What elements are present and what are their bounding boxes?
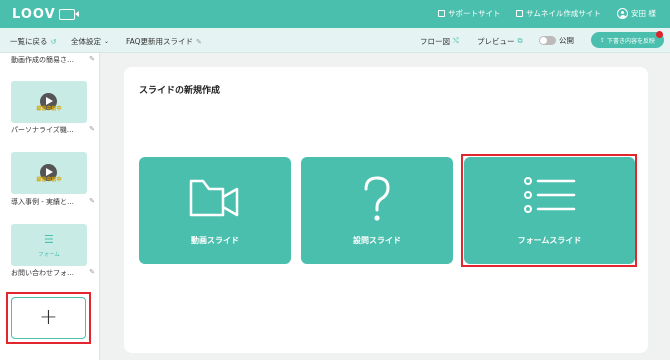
preview-button[interactable]: プレビュー ⧉ [477, 36, 523, 47]
form-slide-highlight [461, 154, 637, 267]
shuffle-icon: ⤭ [453, 37, 459, 45]
user-name: 安田 様 [631, 9, 656, 18]
thumb-label: フォーム [38, 252, 60, 258]
slide-thumbnail-4[interactable]: ☰ フォーム [11, 224, 87, 266]
thumbnail-site-label: サムネイル作成サイト [526, 9, 601, 18]
app-logo[interactable]: LOOV [12, 6, 79, 22]
user-icon [617, 8, 628, 19]
pencil-icon[interactable]: ✎ [89, 55, 95, 65]
slide-title-label: FAQ更新用スライド [126, 37, 194, 46]
slide-item-1[interactable]: 動画作成の簡易さ… ✎ [11, 55, 95, 65]
editor-toolbar: 一覧に戻る ↺ 全体設定 ⌄ FAQ更新用スライド ✎ フロー図 ⤭ プレビュー… [0, 28, 670, 53]
publish-label: 公開 [559, 36, 574, 45]
thumbnail-site-link[interactable]: サムネイル作成サイト [516, 8, 601, 19]
slide-thumbnail-2[interactable]: 録音中前中 [11, 81, 87, 123]
video-camera-icon [139, 175, 291, 225]
pencil-icon[interactable]: ✎ [89, 268, 95, 278]
add-slide-highlight: + [6, 292, 91, 344]
thumb-label: 録音中前中 [36, 106, 62, 112]
question-mark-icon [301, 175, 453, 225]
notification-dot [656, 31, 663, 38]
panel-title: スライドの新規作成 [139, 86, 221, 96]
slide-item-2[interactable]: パーソナライズ機… ✎ [11, 125, 95, 135]
pencil-icon: ✎ [196, 37, 202, 46]
slide-caption: お問い合わせフォ… [11, 269, 74, 277]
slide-item-4[interactable]: お問い合わせフォ… ✎ [11, 268, 95, 278]
flow-chart-button[interactable]: フロー図 ⤭ [420, 36, 459, 47]
preview-label: プレビュー [477, 37, 515, 46]
pencil-icon[interactable]: ✎ [89, 125, 95, 135]
add-slide-button[interactable]: + [11, 297, 86, 339]
slide-item-3[interactable]: 導入事例 - 実績と… ✎ [11, 197, 95, 207]
toggle-switch[interactable] [539, 36, 556, 45]
slide-title[interactable]: FAQ更新用スライド ✎ [126, 36, 202, 47]
external-link-icon [438, 10, 445, 17]
publish-toggle[interactable]: 公開 [539, 35, 574, 46]
logo-text: LOOV [12, 6, 56, 22]
back-to-list-label: 一覧に戻る [10, 37, 48, 46]
slide-caption: 導入事例 - 実績と… [11, 198, 74, 206]
video-slide-card[interactable]: 動画スライド [139, 157, 291, 264]
flow-chart-label: フロー図 [420, 37, 450, 46]
plus-icon: + [39, 305, 58, 330]
upload-icon: ⇪ [599, 36, 605, 44]
external-link-icon: ⧉ [517, 37, 523, 45]
external-link-icon [516, 10, 523, 17]
top-bar: LOOV サポートサイト サムネイル作成サイト 安田 様 [0, 0, 670, 28]
list-icon: ☰ [44, 233, 54, 246]
global-settings-label: 全体設定 [71, 37, 101, 46]
support-site-link[interactable]: サポートサイト [438, 8, 501, 19]
logo-camera-icon [58, 8, 79, 20]
chevron-down-icon: ⌄ [104, 38, 110, 45]
slide-thumbnail-3[interactable]: 録音中前中 [11, 152, 87, 194]
question-slide-label: 設問スライド [353, 236, 401, 245]
undo-icon: ↺ [50, 37, 57, 46]
back-to-list-button[interactable]: 一覧に戻る ↺ [10, 36, 56, 47]
support-site-label: サポートサイト [448, 9, 501, 18]
global-settings-dropdown[interactable]: 全体設定 ⌄ [71, 36, 109, 47]
reflect-draft-button[interactable]: ⇪ 下書き内容を反映 [591, 32, 664, 48]
reflect-draft-label: 下書き内容を反映 [607, 37, 656, 45]
thumb-label: 録音中前中 [36, 177, 62, 183]
user-menu[interactable]: 安田 様 [617, 8, 656, 19]
video-slide-label: 動画スライド [191, 236, 239, 245]
slide-caption: 動画作成の簡易さ… [11, 56, 74, 64]
pencil-icon[interactable]: ✎ [89, 197, 95, 207]
question-slide-card[interactable]: 設問スライド [301, 157, 453, 264]
slide-caption: パーソナライズ機… [11, 126, 74, 134]
